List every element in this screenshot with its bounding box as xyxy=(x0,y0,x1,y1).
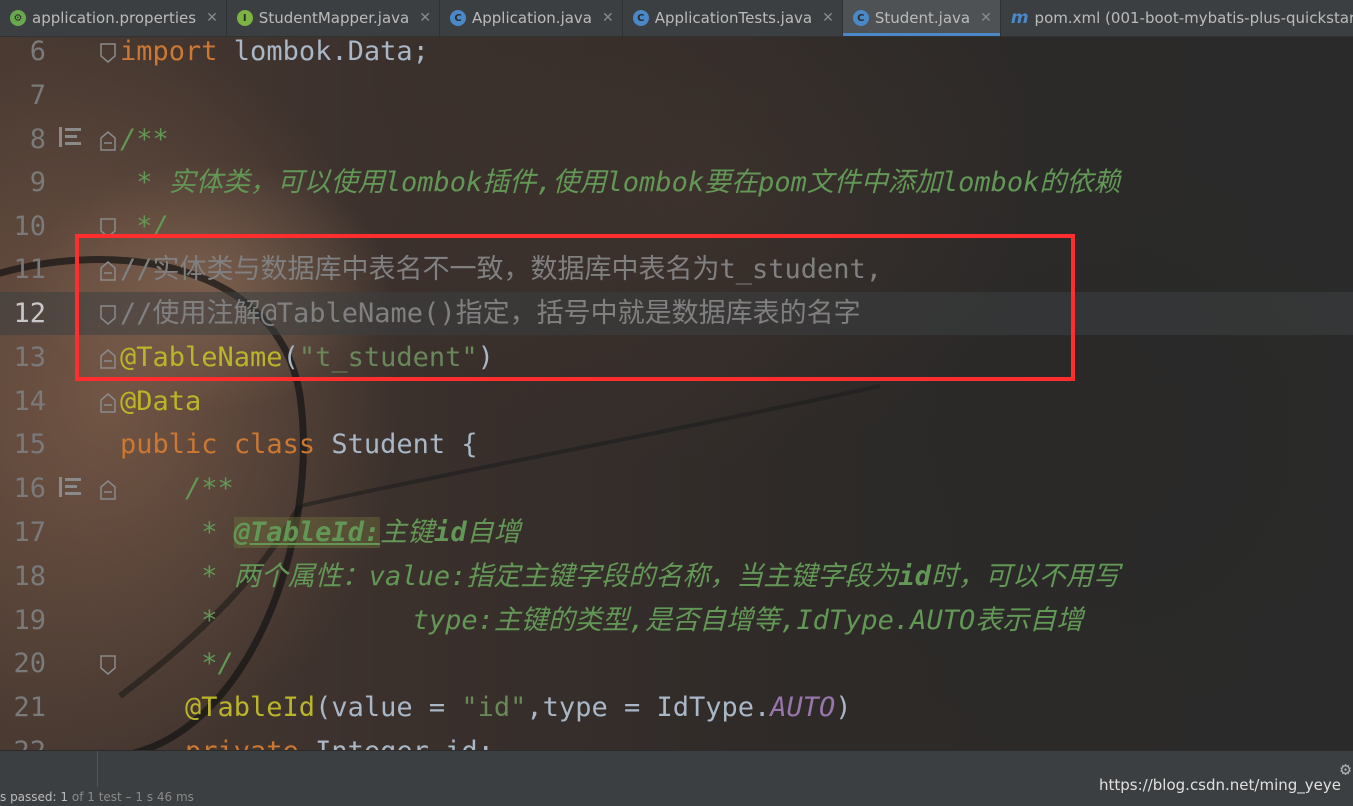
tab-label: pom.xml (001-boot-mybatis-plus-quickstar… xyxy=(1034,9,1353,27)
tab-application[interactable]: C Application.java ✕ xyxy=(440,0,623,36)
code-line-14: @Data xyxy=(120,386,202,417)
annotation: @TableId xyxy=(120,692,316,723)
string-literal: "id" xyxy=(461,692,527,723)
test-duration: of 1 test – 1 s 46 ms xyxy=(68,790,194,804)
keyword: class xyxy=(233,429,316,460)
properties-file-icon: ⚙ xyxy=(10,10,26,26)
tab-label: ApplicationTests.java xyxy=(654,9,813,27)
code-line-18: * 两个属性：value:指定主键字段的名称，当主键字段为id时，可以不用写 xyxy=(120,555,1120,599)
watermark: https://blog.csdn.net/ming_yeye xyxy=(1099,776,1341,794)
code-text: (value = xyxy=(315,692,462,723)
code-line-22: private Integer id; xyxy=(120,730,494,750)
spring-class-icon: C xyxy=(449,10,466,26)
code-line-20: */ xyxy=(120,648,234,679)
code-text-bold: id xyxy=(434,517,467,548)
code-line-21: @TableId(value = "id",type = IdType.AUTO… xyxy=(120,686,852,730)
code-line-15: public class Student { xyxy=(120,423,478,467)
enum-constant: AUTO xyxy=(770,692,836,723)
close-icon[interactable]: ✕ xyxy=(822,10,834,26)
code-text: 时，可以不用写 xyxy=(930,561,1120,592)
javadoc-tag: @TableId: xyxy=(233,517,381,548)
code-text: 自增 xyxy=(466,517,521,548)
code-text: lombok.Data; xyxy=(217,36,429,67)
test-class-icon: C xyxy=(632,10,649,26)
maven-icon: m xyxy=(1010,8,1029,28)
code-text: ) xyxy=(835,692,852,723)
gear-icon[interactable]: ⚙ xyxy=(1340,759,1351,780)
close-icon[interactable]: ✕ xyxy=(419,10,431,26)
code-line-9: * 实体类，可以使用lombok插件,使用lombok要在pom文件中添加lom… xyxy=(120,167,1121,198)
keyword: private xyxy=(120,736,299,750)
code-text: * xyxy=(120,517,234,548)
code-line-16: /** xyxy=(120,473,234,504)
code-line-19: * type:主键的类型,是否自增等,IdType.AUTO表示自增 xyxy=(120,599,1083,643)
code-line-8: /** xyxy=(120,124,169,155)
code-text-bold: id xyxy=(898,561,931,592)
highlight-box xyxy=(75,234,1075,381)
keyword: import xyxy=(120,36,218,67)
close-icon[interactable]: ✕ xyxy=(602,10,614,26)
test-status-text: s passed: 1 of 1 test – 1 s 46 ms xyxy=(0,790,194,805)
tab-label: StudentMapper.java xyxy=(258,9,410,27)
code-text: * xyxy=(120,605,218,636)
close-icon[interactable]: ✕ xyxy=(206,10,218,26)
code-text: type:主键的类型,是否自增等,IdType.AUTO表示自增 xyxy=(217,605,1084,636)
tab-student[interactable]: C Student.java ✕ xyxy=(842,0,1001,36)
tab-pom-xml[interactable]: m pom.xml (001-boot-mybatis-plus-quickst… xyxy=(1001,0,1353,36)
code-text: Student { xyxy=(315,429,478,460)
code-text: * xyxy=(120,561,234,592)
code-line-6: import lombok.Data; xyxy=(120,30,429,74)
close-icon[interactable]: ✕ xyxy=(980,10,992,26)
code-line-17: * @TableId:主键id自增 xyxy=(120,511,521,555)
code-editor[interactable]: import lombok.Data; /** * 实体类，可以使用lombok… xyxy=(0,36,1353,750)
keyword: public xyxy=(120,429,218,460)
tab-application-tests[interactable]: C ApplicationTests.java ✕ xyxy=(623,0,843,36)
code-text: Integer id; xyxy=(299,736,494,750)
interface-icon: I xyxy=(236,10,253,26)
tab-label: Student.java xyxy=(874,9,971,27)
code-text: 两个属性：value:指定主键字段的名称，当主键字段为 xyxy=(233,561,899,592)
divider xyxy=(97,751,98,787)
test-passed-count: s passed: 1 xyxy=(0,790,69,804)
class-icon: C xyxy=(852,10,869,26)
code-text: 主键 xyxy=(380,517,435,548)
tab-label: Application.java xyxy=(471,9,592,27)
tab-label: application.properties xyxy=(32,9,197,27)
code-text: ,type = IdType. xyxy=(526,692,771,723)
